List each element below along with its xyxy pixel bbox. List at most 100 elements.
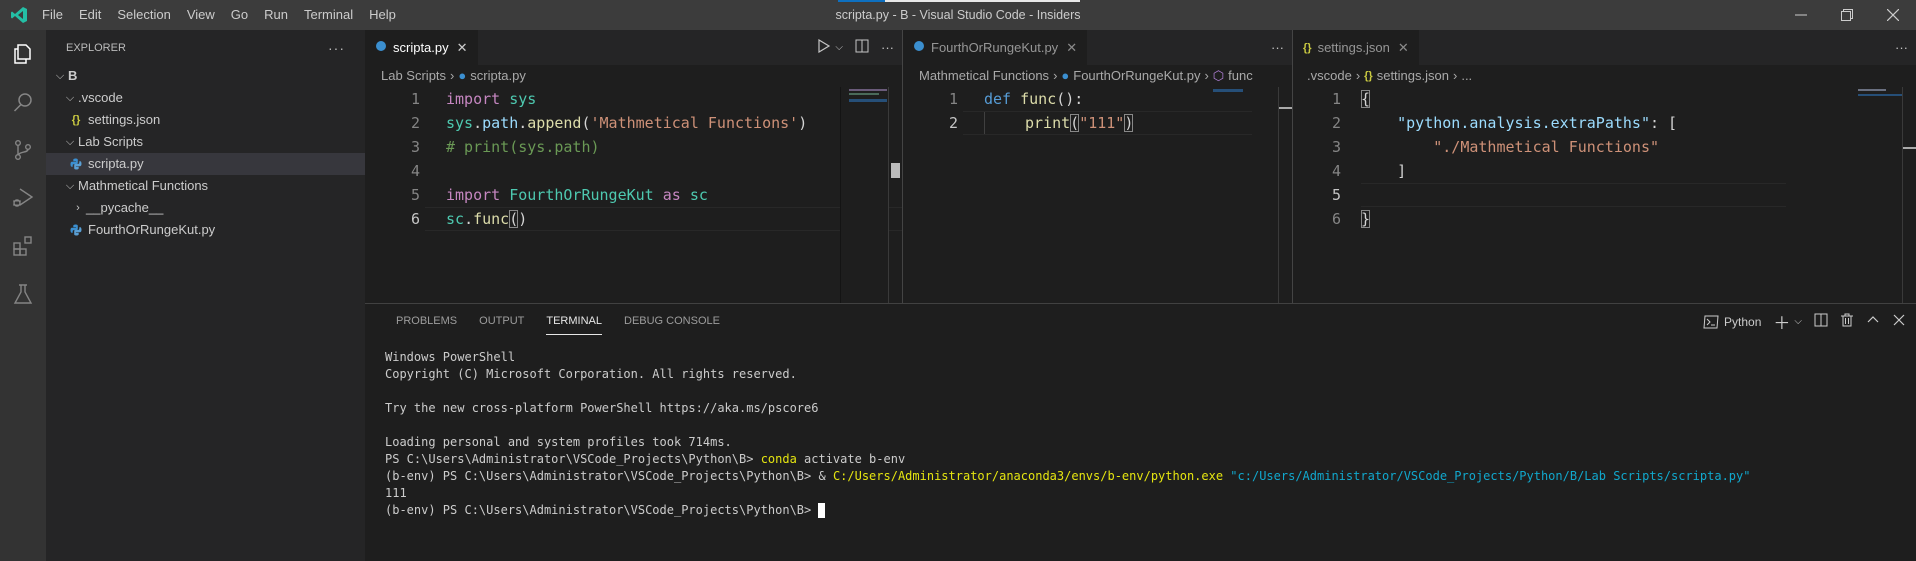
- split-editor-button[interactable]: [855, 39, 869, 56]
- tree-file-settings-json[interactable]: {} settings.json: [46, 109, 365, 131]
- editor-group-1: scripta.py ✕ ⌵ ··· Lab Scripts › ● scrip…: [365, 30, 902, 303]
- tab-fourthorrungekut-py[interactable]: FourthOrRungeKut.py ✕: [903, 30, 1089, 65]
- file-tree: ⌵ B ⌵ .vscode {} settings.json ⌵ Lab Scr…: [46, 65, 365, 241]
- activity-explorer[interactable]: [0, 30, 46, 78]
- breadcrumb-folder[interactable]: .vscode: [1307, 65, 1352, 87]
- tree-file-fourthorrungekut-py[interactable]: FourthOrRungeKut.py: [46, 219, 365, 241]
- breadcrumb-file[interactable]: FourthOrRungeKut.py: [1073, 65, 1200, 87]
- close-tab-icon[interactable]: ✕: [457, 40, 468, 56]
- close-tab-icon[interactable]: ✕: [1398, 40, 1409, 56]
- split-editor-icon: [855, 39, 869, 53]
- minimize-button[interactable]: [1778, 0, 1824, 30]
- code-editor[interactable]: 1 import sys 2 sys.path.append('Mathmetica…: [365, 87, 902, 231]
- tree-item-label: settings.json: [88, 112, 161, 127]
- breadcrumb-file[interactable]: settings.json: [1377, 65, 1449, 87]
- run-dropdown-chevron-icon[interactable]: ⌵: [835, 42, 843, 53]
- activity-source-control[interactable]: [0, 126, 46, 174]
- code-editor[interactable]: 1{ 2 "python.analysis.extraPaths": [ 3 "…: [1293, 87, 1916, 231]
- editor-group-3: {} settings.json ✕ ··· .vscode › {} sett…: [1293, 30, 1916, 303]
- terminal-prompt: PS C:\Users\Administrator\VSCode_Project…: [385, 452, 761, 466]
- tree-item-label: .vscode: [78, 90, 123, 105]
- activity-testing[interactable]: [0, 270, 46, 318]
- menu-view[interactable]: View: [179, 0, 223, 30]
- breadcrumb: Lab Scripts › ● scripta.py: [365, 65, 902, 87]
- minimap[interactable]: [1213, 87, 1277, 303]
- breadcrumb: .vscode › {} settings.json › ...: [1293, 65, 1916, 87]
- tree-folder-mathmetical-functions[interactable]: ⌵ Mathmetical Functions: [46, 175, 365, 197]
- terminal-line: Try the new cross-platform PowerShell ht…: [385, 401, 819, 415]
- tree-file-scripta-py[interactable]: scripta.py: [46, 153, 365, 175]
- close-window-button[interactable]: [1870, 0, 1916, 30]
- menu-file[interactable]: File: [34, 0, 71, 30]
- breadcrumb-symbol[interactable]: func: [1228, 65, 1253, 87]
- close-panel-button[interactable]: [1892, 313, 1906, 330]
- tree-folder-vscode[interactable]: ⌵ .vscode: [46, 87, 365, 109]
- activity-search[interactable]: [0, 78, 46, 126]
- tree-folder-lab-scripts[interactable]: ⌵ Lab Scripts: [46, 131, 365, 153]
- tree-folder-pycache[interactable]: › __pycache__: [46, 197, 365, 219]
- close-tab-icon[interactable]: ✕: [1066, 40, 1077, 56]
- terminal-output[interactable]: Windows PowerShell Copyright (C) Microso…: [365, 339, 1916, 519]
- chevron-down-icon: ⌵: [65, 136, 75, 148]
- editor-group-2: FourthOrRungeKut.py ✕ ··· Mathmetical Fu…: [903, 30, 1292, 303]
- chevron-down-icon: ⌵: [65, 92, 75, 104]
- breadcrumb-symbol[interactable]: ...: [1461, 65, 1472, 87]
- breadcrumb-separator-icon: ›: [450, 68, 455, 83]
- explorer-more-actions-button[interactable]: ···: [328, 40, 345, 56]
- breadcrumb-folder[interactable]: Lab Scripts: [381, 65, 446, 87]
- run-python-file-button[interactable]: [817, 38, 831, 56]
- terminal-selector[interactable]: Python: [1703, 315, 1761, 329]
- tree-item-label: B: [68, 68, 78, 83]
- panel-tab-output[interactable]: OUTPUT: [468, 304, 535, 339]
- source-control-icon: [14, 140, 31, 161]
- tree-root-b[interactable]: ⌵ B: [46, 65, 365, 87]
- editor-more-actions-button[interactable]: ···: [1271, 40, 1284, 55]
- terminal-dropdown-chevron-icon[interactable]: ⌵: [1794, 316, 1802, 327]
- editor-more-actions-button[interactable]: ···: [1895, 40, 1908, 55]
- explorer-title: EXPLORER: [66, 41, 126, 54]
- terminal-prompt: (b-env) PS C:\Users\Administrator\VSCode…: [385, 503, 819, 517]
- vertical-scrollbar[interactable]: [1902, 87, 1916, 303]
- panel-tab-problems[interactable]: PROBLEMS: [385, 304, 468, 339]
- close-icon: [1887, 9, 1899, 21]
- breadcrumb-file[interactable]: scripta.py: [470, 65, 526, 87]
- breadcrumb-separator-icon: ›: [1053, 68, 1058, 83]
- maximize-panel-button[interactable]: [1866, 313, 1880, 330]
- minimap[interactable]: [840, 87, 888, 303]
- python-file-icon: [68, 158, 84, 170]
- tab-scripta-py[interactable]: scripta.py ✕: [365, 30, 479, 65]
- panel-tab-debug-console[interactable]: DEBUG CONSOLE: [613, 304, 731, 339]
- vertical-scrollbar[interactable]: [888, 87, 902, 303]
- extensions-icon: [13, 236, 32, 256]
- activity-run-debug[interactable]: [0, 174, 46, 222]
- close-icon: [1893, 314, 1905, 326]
- menu-go[interactable]: Go: [223, 0, 256, 30]
- chevron-down-icon: ⌵: [55, 70, 65, 82]
- search-icon: [13, 93, 32, 112]
- terminal-command: C:/Users/Administrator/anaconda3/envs/b-…: [832, 469, 1224, 483]
- tab-settings-json[interactable]: {} settings.json ✕: [1293, 30, 1420, 65]
- chevron-right-icon: ›: [76, 202, 80, 214]
- split-terminal-button[interactable]: [1814, 313, 1828, 330]
- minimap[interactable]: [1858, 87, 1902, 303]
- menu-selection[interactable]: Selection: [109, 0, 178, 30]
- tab-label: scripta.py: [393, 40, 449, 55]
- python-file-icon: ●: [1061, 68, 1070, 83]
- activity-extensions[interactable]: [0, 222, 46, 270]
- vertical-scrollbar[interactable]: [1278, 87, 1292, 303]
- json-file-icon: {}: [1364, 70, 1373, 82]
- menu-edit[interactable]: Edit: [71, 0, 109, 30]
- menu-help[interactable]: Help: [361, 0, 404, 30]
- tree-item-label: Lab Scripts: [78, 134, 144, 149]
- editor-more-actions-button[interactable]: ···: [881, 40, 894, 55]
- breadcrumb-folder[interactable]: Mathmetical Functions: [919, 65, 1049, 87]
- restore-button[interactable]: [1824, 0, 1870, 30]
- trash-icon: [1841, 313, 1853, 327]
- menu-terminal[interactable]: Terminal: [296, 0, 361, 30]
- panel-tab-terminal[interactable]: TERMINAL: [535, 304, 613, 339]
- new-terminal-button[interactable]: ＋: [1773, 309, 1790, 334]
- terminal-line: Copyright (C) Microsoft Corporation. All…: [385, 367, 797, 381]
- menu-run[interactable]: Run: [256, 0, 296, 30]
- kill-terminal-button[interactable]: [1840, 313, 1854, 330]
